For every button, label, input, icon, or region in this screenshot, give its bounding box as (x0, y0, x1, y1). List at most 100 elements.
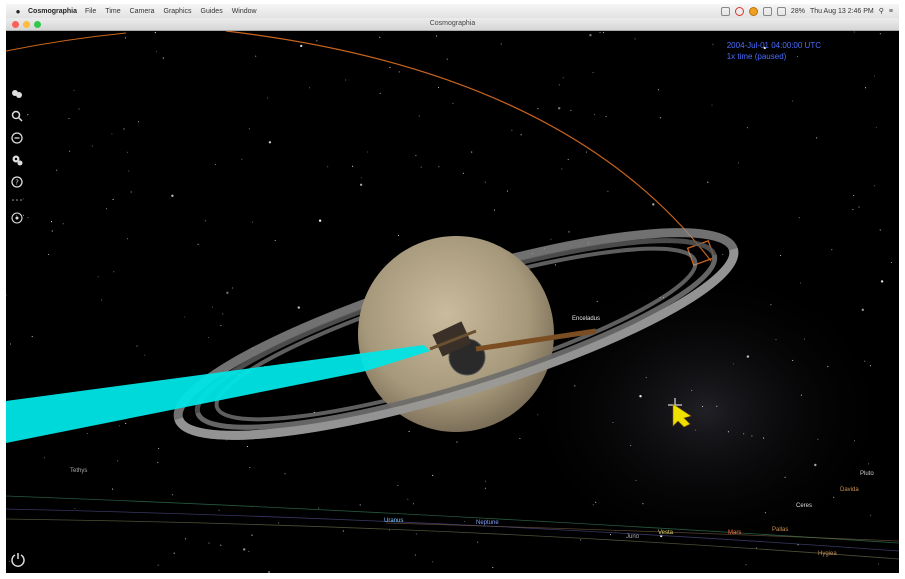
menu-guides[interactable]: Guides (201, 8, 223, 15)
star (248, 551, 250, 553)
battery-percent: 28% (790, 7, 805, 15)
star (732, 363, 734, 365)
time-rate[interactable]: 1x time (paused) (727, 51, 821, 62)
star (267, 571, 271, 573)
label-davida[interactable]: Davida (840, 487, 859, 493)
help-icon[interactable]: ? (10, 175, 24, 189)
minimize-window-button[interactable] (23, 21, 30, 28)
star (745, 564, 747, 566)
star (612, 421, 614, 424)
star (831, 249, 833, 251)
star (278, 522, 280, 524)
star (550, 238, 552, 240)
star (136, 345, 138, 347)
star (367, 151, 369, 153)
star (144, 354, 146, 356)
3d-viewport[interactable]: 2004-Jul-01 04:00:00 UTC 1x time (paused… (6, 31, 899, 573)
star (814, 463, 817, 467)
close-window-button[interactable] (12, 21, 19, 28)
star (185, 538, 187, 540)
star (520, 134, 522, 136)
wifi-icon[interactable] (762, 6, 772, 16)
label-ceres[interactable]: Ceres (796, 503, 812, 509)
star (316, 40, 318, 42)
menu-bar: ● Cosmographia File Time Camera Graphics… (6, 4, 899, 19)
battery-icon[interactable] (776, 6, 786, 16)
dots-icon (10, 197, 24, 203)
star (746, 127, 748, 129)
app-menu[interactable]: Cosmographia (28, 8, 77, 15)
label-neptune[interactable]: Neptune (476, 520, 499, 526)
star (172, 494, 174, 496)
star (397, 234, 400, 236)
star (722, 253, 724, 255)
star (249, 466, 251, 469)
app-status-icon[interactable] (748, 6, 758, 16)
menu-window[interactable]: Window (232, 8, 257, 15)
star (184, 316, 186, 318)
spotlight-icon[interactable]: ⚲ (879, 7, 884, 15)
star (506, 190, 508, 192)
star (493, 209, 496, 211)
star (833, 496, 835, 498)
zoom-window-button[interactable] (34, 21, 41, 28)
menu-time[interactable]: Time (105, 8, 120, 15)
label-tethys[interactable]: Tethys (70, 468, 87, 474)
star (91, 145, 93, 147)
star (162, 57, 164, 59)
star (173, 552, 175, 554)
star (500, 43, 502, 45)
clock[interactable]: Thu Aug 13 2:46 PM (810, 8, 874, 15)
star (309, 87, 311, 89)
label-juno[interactable]: Juno (626, 534, 639, 540)
label-mars[interactable]: Mars (728, 530, 741, 536)
star (379, 36, 381, 38)
label-enceladus[interactable]: Enceladus (572, 316, 600, 322)
star (56, 169, 58, 171)
menu-camera[interactable]: Camera (130, 8, 155, 15)
star (595, 501, 597, 503)
label-uranus[interactable]: Uranus (384, 518, 403, 524)
star (119, 425, 121, 427)
menu-file[interactable]: File (85, 8, 96, 15)
star (226, 291, 229, 294)
star (537, 414, 539, 416)
star (78, 108, 80, 110)
record-icon[interactable] (734, 6, 744, 16)
minus-circle-icon[interactable] (10, 131, 24, 145)
star (6, 294, 7, 296)
star (255, 55, 257, 57)
screen-icon[interactable] (720, 6, 730, 16)
star (873, 185, 875, 187)
star (69, 150, 71, 152)
star (853, 31, 855, 33)
star (197, 243, 199, 245)
power-icon[interactable] (10, 551, 26, 567)
star (603, 32, 605, 34)
star (639, 395, 642, 398)
star (126, 238, 129, 240)
star (408, 430, 410, 433)
star (73, 89, 75, 91)
label-pallas[interactable]: Pallas (772, 527, 788, 533)
star (248, 128, 250, 130)
star (770, 304, 772, 306)
star (630, 444, 632, 447)
search-icon[interactable] (10, 109, 24, 123)
milky-way-glow (516, 261, 896, 561)
label-vesta[interactable]: Vesta (658, 530, 673, 536)
settings-icon[interactable] (10, 153, 24, 167)
menu-graphics[interactable]: Graphics (164, 8, 192, 15)
star (97, 276, 99, 278)
star (106, 208, 108, 210)
star (27, 216, 29, 219)
notification-icon[interactable]: ≡ (889, 8, 893, 15)
target-icon[interactable] (10, 211, 24, 225)
apple-icon[interactable]: ● (12, 7, 24, 16)
label-hygiea[interactable]: Hygiea (818, 551, 837, 557)
label-pluto[interactable]: Pluto (860, 471, 874, 477)
star (764, 512, 766, 514)
time-display: 2004-Jul-01 04:00:00 UTC 1x time (paused… (727, 40, 821, 62)
objects-icon[interactable] (10, 87, 24, 101)
star (799, 282, 801, 284)
